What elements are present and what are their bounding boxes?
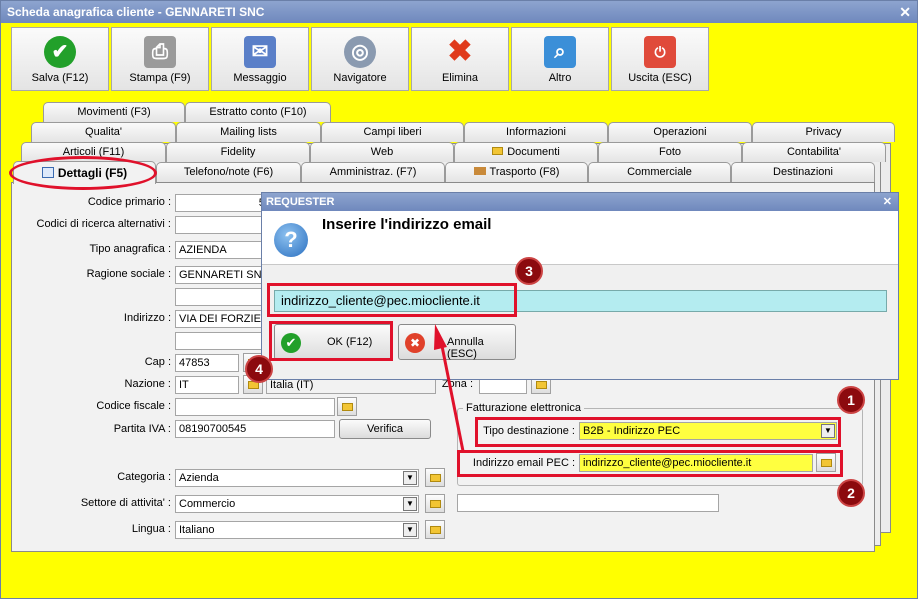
step-badge-3: 3 xyxy=(515,257,543,285)
step-badge-4: 4 xyxy=(245,355,273,383)
customer-window: Scheda anagrafica cliente - GENNARETI SN… xyxy=(0,0,918,599)
annotation-arrow xyxy=(434,324,465,452)
step-badge-1: 1 xyxy=(837,386,865,414)
step-badge-2: 2 xyxy=(837,479,865,507)
